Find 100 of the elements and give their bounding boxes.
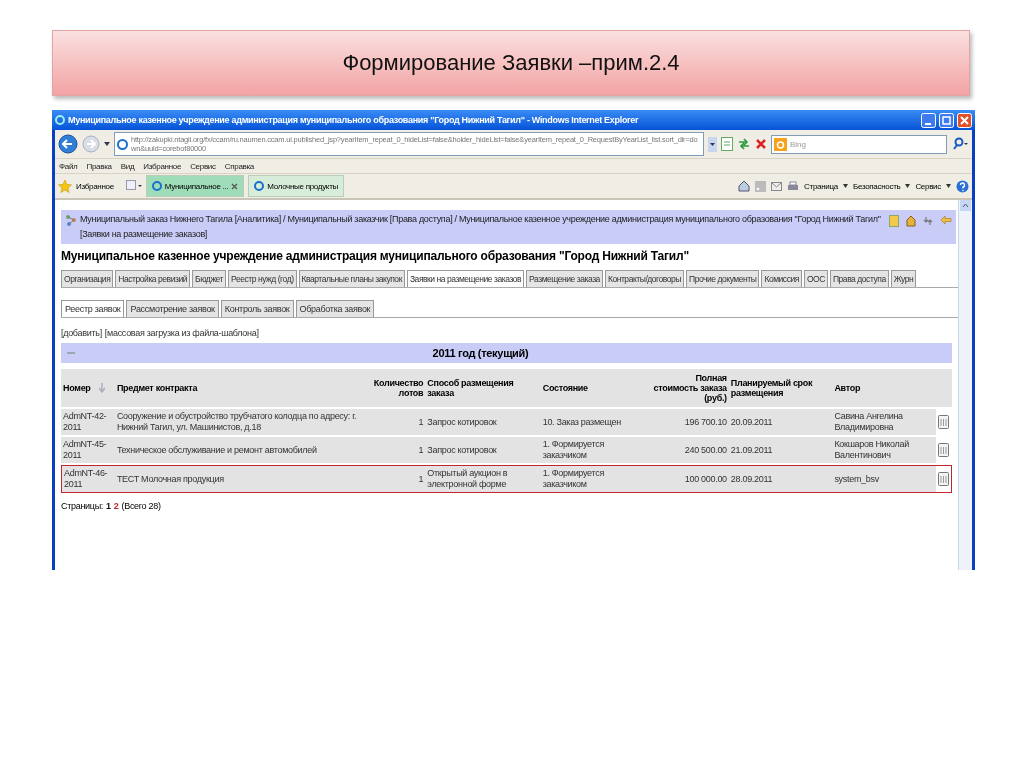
tab-list-icon[interactable] (125, 180, 142, 192)
caret-icon (905, 184, 911, 188)
page-icon (151, 181, 162, 191)
document-icon[interactable] (938, 443, 949, 457)
caret-icon (946, 184, 951, 188)
table-cell: 20.09.2011 (728, 409, 833, 435)
column-header: Автор (832, 369, 936, 407)
group-title: 2011 год (текущий) (431, 347, 530, 359)
menu-item[interactable]: Правка (86, 161, 112, 171)
action-link[interactable]: [добавить] (61, 328, 102, 338)
tab[interactable]: Размещение заказа (526, 270, 603, 287)
tab[interactable]: Комиссия (761, 270, 802, 287)
tab[interactable]: Рассмотрение заявок (126, 300, 219, 317)
column-header: Номер (63, 383, 91, 393)
column-header: Количество лотов (371, 369, 426, 407)
tab[interactable]: Прочие документы (686, 270, 760, 287)
page-icon (254, 181, 265, 191)
table-cell: 100 000.00 (649, 465, 729, 493)
browser-tab[interactable]: Молочные продукты (248, 175, 344, 197)
toolbar-menu[interactable]: Сервис (915, 181, 941, 191)
tab[interactable]: Бюджет (192, 270, 227, 287)
table-cell: 1 (371, 409, 426, 435)
table-cell: Запрос котировок (425, 409, 541, 435)
table-cell: AdmNT-45-2011 (61, 437, 115, 463)
search-icon[interactable] (951, 137, 969, 151)
table-cell: 21.09.2011 (728, 437, 833, 463)
table-cell: 240 500.00 (649, 437, 729, 463)
table-row[interactable]: AdmNT-45-2011 Техническое обслуживание и ремонт автомобилей 1 Запрос котировок 1. Формируется заказчиком 240 500.00 21.09.2011 Кокшаров Николай Валентинович (61, 437, 952, 463)
table-cell: Сооружение и обустройство трубчатого колодца по адресу: г. Нижний Тагил, ул. Машинистов, д.18 (114, 409, 372, 435)
toolbar-menu[interactable]: Безопасность (852, 181, 901, 191)
table-cell: AdmNT-46-2011 (61, 465, 115, 493)
mail-icon[interactable] (771, 181, 783, 191)
tab[interactable]: Настройка ревизий (115, 270, 190, 287)
table-cell: 10. Заказ размещен (540, 409, 650, 435)
table-cell: Савина Ангелина Владимировна (832, 409, 936, 435)
dropdown-icon[interactable] (708, 136, 717, 152)
help-icon[interactable] (956, 179, 969, 193)
tab[interactable]: Реестр заявок (61, 300, 125, 317)
favorites-button[interactable]: Избранное (76, 181, 114, 191)
tab[interactable]: Заявки на размещение заказов (406, 270, 525, 287)
tab[interactable]: Организация (61, 270, 114, 287)
action-link[interactable]: [массовая загрузка из файла-шаблона] (104, 328, 259, 338)
table-cell: system_bsv (832, 465, 936, 493)
toolbar-menu[interactable]: Страница (804, 181, 838, 191)
table-cell: Кокшаров Николай Валентинович (832, 437, 936, 463)
column-header: Предмет контракта (114, 369, 372, 407)
breadcrumb[interactable]: Муниципальный заказ Нижнего Тагила [Аналитика] / Муниципальный заказчик [Права доступа] / Муниципальное казенное учреждение администрация муниципального образования "Город Нижний Тагил" [Заявки на размещение заказов] (80, 212, 883, 242)
page-icon (117, 138, 128, 150)
tab[interactable]: Контроль заявок (220, 300, 294, 317)
search-engine-icon (774, 137, 787, 151)
slide-title: Формирование Заявки –прим.2.4 (52, 30, 970, 96)
table-cell: 28.09.2011 (728, 465, 833, 493)
browser-tab[interactable]: Муниципальное ... (145, 175, 245, 197)
document-icon[interactable] (938, 415, 949, 429)
close-icon[interactable] (231, 182, 239, 190)
table-cell: 1. Формируется заказчиком (540, 465, 650, 493)
table-cell: 1. Формируется заказчиком (540, 437, 650, 463)
home-icon[interactable] (738, 180, 751, 192)
column-header: Способ размещения заказа (425, 369, 541, 407)
tab[interactable]: Права доступа (829, 270, 889, 287)
tab[interactable]: Квартальные планы закупок (298, 270, 405, 287)
organization-title: Муниципальное казенное учреждение администрация муниципального образования "Город Нижний Тагил" (61, 249, 690, 263)
scroll-up-icon[interactable] (960, 200, 971, 211)
stop-icon[interactable] (755, 138, 767, 150)
search-box[interactable]: Bing (771, 134, 947, 154)
minimize-icon[interactable] (921, 112, 936, 128)
maximize-icon[interactable] (939, 112, 954, 128)
table-cell: AdmNT-42-2011 (61, 409, 115, 435)
page-total: (Всего 28) (121, 501, 161, 511)
refresh-icon[interactable] (737, 137, 751, 151)
menu-item[interactable]: Вид (120, 161, 135, 171)
menu-item[interactable]: Файл (59, 161, 78, 171)
table-cell: Техническое обслуживание и ремонт автомобилей (114, 437, 372, 463)
caret-icon (842, 184, 848, 188)
table-cell: 1 (371, 465, 426, 493)
table-cell: Открытый аукцион в электронной форме (425, 465, 541, 493)
printer-icon[interactable] (787, 180, 800, 192)
scrollbar[interactable] (958, 200, 972, 570)
table-cell: Запрос котировок (425, 437, 541, 463)
menu-item[interactable]: Избранное (143, 161, 182, 171)
page-link[interactable]: 2 (113, 501, 119, 511)
tab[interactable]: Обработка заявок (295, 300, 375, 317)
tab[interactable]: Журн (890, 270, 917, 287)
tab[interactable]: Контракты/договоры (604, 270, 684, 287)
tab[interactable]: ООС (803, 270, 828, 287)
back-icon[interactable] (58, 134, 78, 154)
browser-icon (55, 115, 65, 125)
table-cell: ТЕСТ Молочная продукция (114, 465, 372, 493)
refresh-icon[interactable] (923, 215, 933, 227)
star-icon[interactable] (58, 179, 72, 193)
page-link[interactable]: 1 (106, 501, 111, 511)
menu-item[interactable]: Сервис (190, 161, 216, 171)
pager-label: Страницы: (61, 501, 104, 511)
window-title: Муниципальное казенное учреждение администрация муниципального образования "Город Нижний Тагил" - Windows Internet Explorer (68, 115, 640, 125)
dropdown-icon[interactable] (104, 141, 110, 147)
tab[interactable]: Реестр нужд (год) (228, 270, 297, 287)
menu-item[interactable]: Справка (224, 161, 255, 171)
back-arrow-icon[interactable] (940, 215, 952, 225)
table-row[interactable]: AdmNT-42-2011 Сооружение и обустройство трубчатого колодца по адресу: г. Нижний Тагил, ул. Машинистов, д.18 1 Запрос котировок 10. Заказ размещен 196 700.10 20.09.2011 Савина Ангелина Владимировна (61, 409, 952, 435)
document-icon[interactable] (938, 472, 949, 486)
